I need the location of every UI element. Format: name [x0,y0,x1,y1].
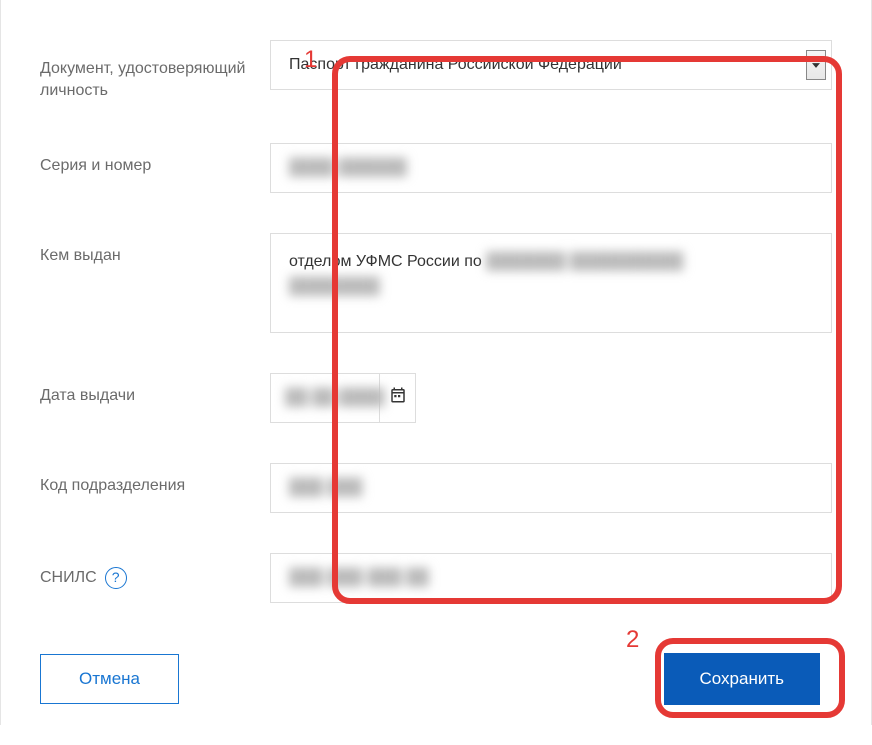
issued-by-redacted-1: ███████ ██████████ [486,249,683,275]
row-document-type: Документ, удостоверяющий личность Паспор… [40,40,832,103]
row-issued-by: Кем выдан отделом УФМС России по ███████… [40,233,832,333]
label-snils: СНИЛС ? [40,553,260,589]
help-icon[interactable]: ? [105,567,127,589]
identity-form: 1 2 Документ, удостоверяющий личность Па… [40,40,832,705]
dept-code-value: ███-███ [289,479,362,497]
label-snils-text: СНИЛС [40,567,97,589]
document-type-select[interactable]: Паспорт гражданина Российской Федерации [270,40,832,90]
document-type-value: Паспорт гражданина Российской Федерации [271,56,806,74]
calendar-button[interactable] [380,373,416,423]
label-issue-date: Дата выдачи [40,373,260,407]
dropdown-arrow-icon[interactable] [806,50,826,80]
snils-value: ███-███-███ ██ [289,569,429,587]
button-row: Отмена Сохранить [40,653,832,705]
cancel-button[interactable]: Отмена [40,654,179,704]
calendar-icon [389,386,407,409]
label-dept-code: Код подразделения [40,463,260,497]
label-series-number: Серия и номер [40,143,260,177]
issued-by-input[interactable]: отделом УФМС России по ███████ █████████… [270,233,832,333]
annotation-marker-1: 1 [304,46,317,74]
series-number-value: ████ ██████ [289,159,407,177]
issued-by-redacted-2: ████████ [289,274,380,300]
row-dept-code: Код подразделения ███-███ [40,463,832,513]
label-document-type: Документ, удостоверяющий личность [40,40,260,103]
annotation-marker-2: 2 [626,626,639,654]
save-button[interactable]: Сохранить [664,653,820,705]
dept-code-input[interactable]: ███-███ [270,463,832,513]
row-snils: СНИЛС ? ███-███-███ ██ [40,553,832,603]
panel-left-border [0,0,1,725]
row-series-number: Серия и номер ████ ██████ [40,143,832,193]
series-number-input[interactable]: ████ ██████ [270,143,832,193]
issue-date-input[interactable]: ██.██.████ [270,373,380,423]
label-issued-by: Кем выдан [40,233,260,267]
issued-by-prefix: отделом УФМС России по [289,253,486,270]
row-issue-date: Дата выдачи ██.██.████ [40,373,832,423]
issue-date-value: ██.██.████ [285,389,385,407]
snils-input[interactable]: ███-███-███ ██ [270,553,832,603]
